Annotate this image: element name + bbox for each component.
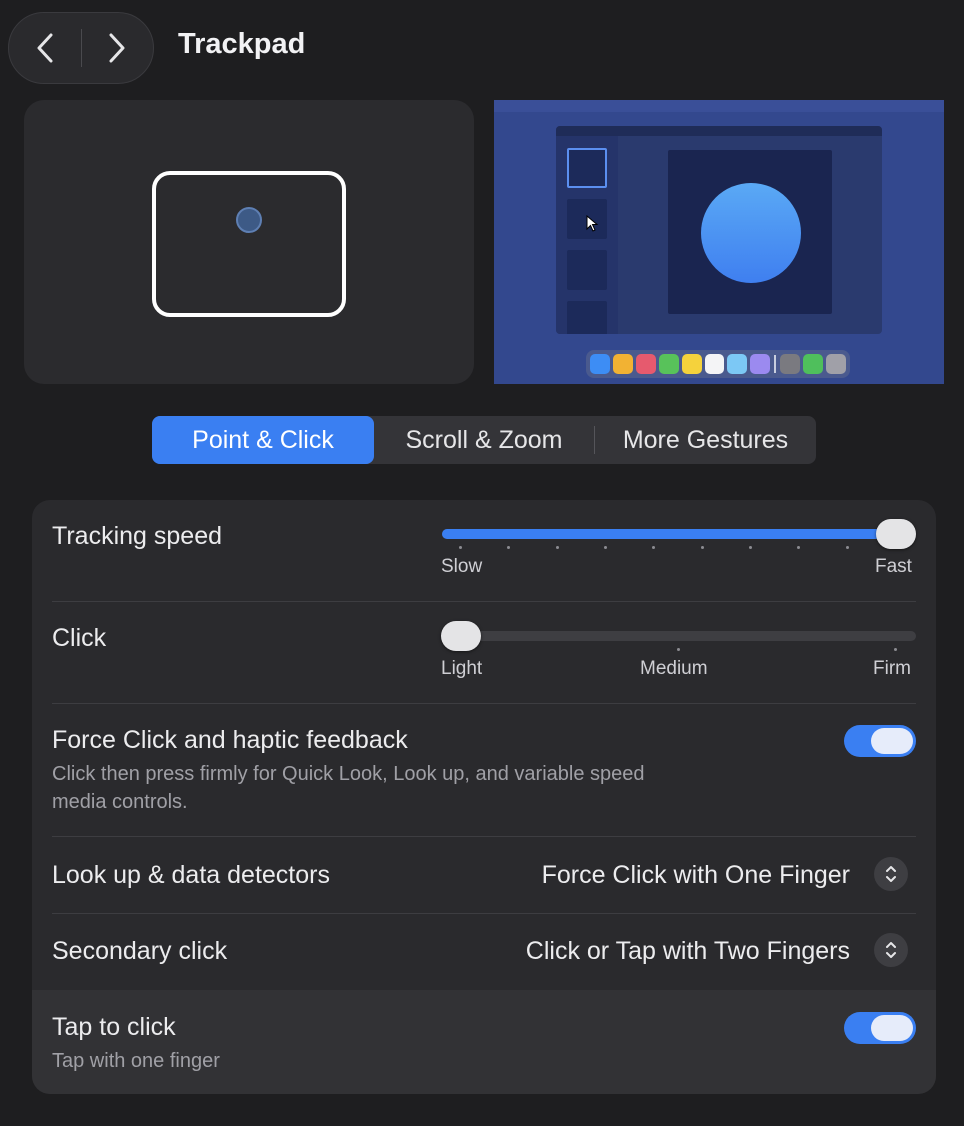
slider-tick	[894, 648, 897, 651]
tap-to-click-label: Tap to click	[52, 1013, 176, 1041]
click-medium-label: Medium	[640, 658, 708, 679]
page-title: Trackpad	[178, 28, 306, 60]
tracking-speed-knob[interactable]	[876, 519, 916, 549]
chevron-right-icon	[109, 33, 125, 63]
toggle-knob	[871, 1015, 913, 1041]
look-up-popup[interactable]: Force Click with One Finger	[542, 861, 850, 890]
slider-min-label: Slow	[441, 556, 483, 577]
settings-panel: Tracking speed Slow Fast Click Light Med…	[32, 500, 936, 1094]
chevron-left-icon	[37, 33, 53, 63]
tap-to-click-toggle[interactable]	[844, 1012, 916, 1044]
click-row: Click Light Medium Firm	[32, 602, 936, 703]
secondary-click-label: Secondary click	[52, 937, 228, 965]
slider-tick	[652, 546, 655, 549]
tracking-speed-slider[interactable]	[442, 529, 916, 539]
tracking-speed-label: Tracking speed	[52, 522, 222, 550]
force-click-description-line1: Click then press firmly for Quick Look, …	[52, 763, 645, 785]
tab-scroll-and-zoom[interactable]: Scroll & Zoom	[374, 416, 594, 464]
force-click-toggle[interactable]	[844, 725, 916, 757]
window-illustration	[556, 126, 882, 334]
window-titlebar	[556, 126, 882, 136]
sidebar-illustration	[556, 136, 618, 334]
slider-tick	[604, 546, 607, 549]
force-click-row: Force Click and haptic feedback Click th…	[32, 704, 936, 836]
secondary-click-popup[interactable]: Click or Tap with Two Fingers	[526, 937, 850, 966]
click-label: Click	[52, 624, 107, 652]
click-knob[interactable]	[441, 621, 481, 651]
screen-preview	[494, 100, 944, 384]
tracking-speed-fill	[442, 529, 892, 539]
click-slider[interactable]	[442, 631, 916, 641]
force-click-label: Force Click and haptic feedback	[52, 726, 408, 754]
dock-app-icon	[780, 354, 801, 374]
dock-app-icon	[750, 354, 771, 374]
dock-app-icon	[681, 354, 702, 374]
circle-shape	[701, 183, 801, 283]
dock-illustration	[586, 350, 850, 378]
click-firm-label: Firm	[873, 658, 911, 679]
dock-app-icon	[612, 354, 633, 374]
secondary-click-row: Secondary click Click or Tap with Two Fi…	[32, 914, 936, 990]
slider-tick	[556, 546, 559, 549]
dock-app-icon	[704, 354, 725, 374]
slider-tick	[459, 546, 462, 549]
menu-bar-illustration	[494, 100, 944, 112]
toggle-knob	[871, 728, 913, 754]
secondary-click-stepper[interactable]	[874, 933, 908, 967]
trackpad-settings-window: Trackpad Point & Click Scroll & Zoom Mor…	[0, 0, 964, 1126]
dock-app-icon	[658, 354, 679, 374]
slider-tick	[507, 546, 510, 549]
chevron-up-down-icon	[886, 942, 896, 958]
forward-button[interactable]	[82, 12, 154, 84]
dock-app-icon	[826, 354, 846, 374]
slider-tick	[677, 648, 680, 651]
trackpad-illustration	[152, 171, 346, 317]
force-click-description-line2: media controls.	[52, 791, 188, 813]
trackpad-preview	[24, 100, 474, 384]
navigation-buttons	[8, 12, 154, 84]
thumbnail	[567, 301, 607, 334]
dock-separator	[774, 355, 777, 373]
chevron-up-down-icon	[886, 866, 896, 882]
tab-bar: Point & Click Scroll & Zoom More Gesture…	[152, 416, 816, 464]
slider-max-label: Fast	[875, 556, 912, 577]
back-button[interactable]	[9, 12, 81, 84]
tap-to-click-description: Tap with one finger	[52, 1050, 220, 1072]
look-up-label: Look up & data detectors	[52, 861, 330, 889]
tracking-speed-row: Tracking speed Slow Fast	[32, 500, 936, 601]
dock-app-icon	[803, 354, 824, 374]
selected-thumbnail	[567, 148, 607, 188]
canvas-illustration	[668, 150, 832, 314]
dock-app-icon	[590, 354, 610, 374]
thumbnail	[567, 199, 607, 239]
thumbnail	[567, 250, 607, 290]
slider-tick	[846, 546, 849, 549]
slider-tick	[749, 546, 752, 549]
look-up-row: Look up & data detectors Force Click wit…	[32, 837, 936, 913]
dock-app-icon	[727, 354, 748, 374]
tab-more-gestures[interactable]: More Gestures	[595, 416, 816, 464]
tap-to-click-row: Tap to click Tap with one finger	[32, 990, 936, 1094]
finger-dot	[236, 207, 262, 233]
look-up-stepper[interactable]	[874, 857, 908, 891]
slider-tick	[797, 546, 800, 549]
dock-app-icon	[635, 354, 656, 374]
cursor-icon	[586, 215, 599, 232]
slider-tick	[701, 546, 704, 549]
click-light-label: Light	[441, 658, 483, 679]
tab-point-and-click[interactable]: Point & Click	[152, 416, 374, 464]
